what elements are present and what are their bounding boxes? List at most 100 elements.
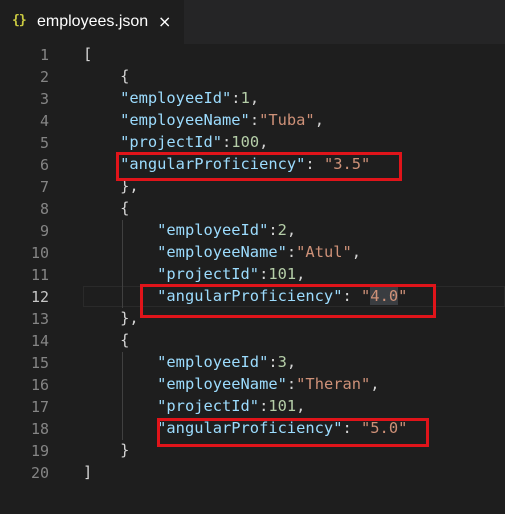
code-token-punc — [83, 133, 120, 151]
code-line[interactable]: 4 "employeeName":"Tuba", — [0, 110, 505, 132]
code-token-key: "employeeName" — [157, 375, 287, 393]
code-token-key: "employeeId" — [157, 221, 269, 239]
line-number: 17 — [30, 398, 49, 416]
tab-bar: {} employees.json × — [0, 0, 505, 44]
line-number: 1 — [39, 46, 49, 64]
code-line[interactable]: 15 "employeeId":3, — [0, 352, 505, 374]
annotation-box-line-6 — [116, 152, 402, 181]
code-token-punc — [83, 89, 120, 107]
code-token-num: 2 — [277, 221, 287, 239]
code-token-key: "projectId" — [157, 265, 260, 283]
code-token-str: "Theran" — [296, 375, 371, 393]
code-token-punc: } — [83, 441, 130, 459]
code-text: }, — [83, 309, 139, 327]
code-token-punc: : — [286, 375, 297, 393]
code-token-punc — [83, 265, 157, 283]
line-number: 19 — [30, 442, 49, 460]
line-number: 5 — [39, 134, 49, 152]
code-line[interactable]: 20] — [0, 462, 505, 484]
line-number: 6 — [39, 156, 49, 174]
code-line[interactable]: 17 "projectId":101, — [0, 396, 505, 418]
line-number: 8 — [39, 200, 49, 218]
code-token-punc: : — [259, 397, 269, 415]
code-text: { — [83, 67, 129, 85]
code-token-punc: , — [259, 133, 269, 151]
annotation-box-line-12 — [140, 284, 436, 318]
code-token-punc: { — [83, 67, 130, 85]
code-text: ] — [83, 463, 92, 481]
code-token-punc: , — [351, 243, 362, 261]
code-editor[interactable]: {} employees.json × 1[2 {3 "employeeId":… — [0, 0, 505, 514]
code-token-punc — [83, 419, 157, 437]
code-line[interactable]: 10 "employeeName":"Atul", — [0, 242, 505, 264]
line-number: 2 — [39, 68, 49, 86]
code-token-punc: , — [296, 265, 306, 283]
code-line[interactable]: 1[ — [0, 44, 505, 66]
code-token-punc: : — [231, 89, 241, 107]
code-token-punc: , — [296, 397, 306, 415]
annotation-box-line-18 — [157, 418, 429, 447]
code-token-punc — [83, 155, 120, 173]
code-token-punc: : — [268, 353, 278, 371]
code-token-key: "projectId" — [120, 133, 223, 151]
code-token-str: "Tuba" — [259, 111, 315, 129]
code-token-key: "employeeName" — [157, 243, 287, 261]
code-token-punc: , — [314, 111, 324, 129]
code-token-num: 100 — [231, 133, 260, 151]
code-token-punc: : — [268, 221, 278, 239]
code-token-punc: : — [286, 243, 297, 261]
tab-employees-json[interactable]: {} employees.json × — [0, 0, 184, 44]
code-line[interactable]: 5 "projectId":100, — [0, 132, 505, 154]
line-number: 11 — [30, 266, 49, 284]
code-line[interactable]: 11 "projectId":101, — [0, 264, 505, 286]
line-number: 18 — [30, 420, 49, 438]
code-line[interactable]: 2 { — [0, 66, 505, 88]
code-text: "projectId":101, — [83, 265, 305, 283]
code-token-punc — [83, 111, 120, 129]
code-text: "employeeName":"Theran", — [83, 375, 380, 393]
code-text: "employeeName":"Atul", — [83, 243, 361, 261]
code-line[interactable]: 3 "employeeId":1, — [0, 88, 505, 110]
code-token-punc: { — [83, 331, 130, 349]
code-token-key: "employeeId" — [120, 89, 232, 107]
line-number: 15 — [30, 354, 49, 372]
line-number: 9 — [39, 222, 49, 240]
line-number: 10 — [30, 244, 49, 262]
code-token-punc: , — [286, 353, 297, 371]
code-token-punc: : — [222, 133, 232, 151]
code-line[interactable]: 14 { — [0, 330, 505, 352]
code-text: } — [83, 441, 129, 459]
code-text: "employeeId":3, — [83, 353, 296, 371]
line-number: 16 — [30, 376, 49, 394]
code-token-punc: , — [370, 375, 380, 393]
line-number: 7 — [39, 178, 49, 196]
code-token-punc: , — [286, 221, 297, 239]
code-token-punc: : — [249, 111, 260, 129]
code-token-punc — [83, 353, 157, 371]
code-token-punc — [83, 221, 157, 239]
code-text: { — [83, 331, 129, 349]
code-token-str: "Atul" — [296, 243, 352, 261]
line-number: 20 — [30, 464, 49, 482]
code-text: "employeeId":1, — [83, 89, 259, 107]
code-line[interactable]: 8 { — [0, 198, 505, 220]
close-icon[interactable]: × — [158, 12, 171, 31]
code-token-key: "projectId" — [157, 397, 260, 415]
code-token-key: "employeeId" — [157, 353, 269, 371]
code-line[interactable]: 9 "employeeId":2, — [0, 220, 505, 242]
code-token-punc — [83, 243, 157, 261]
code-token-num: 1 — [240, 89, 250, 107]
code-token-punc: ] — [83, 463, 93, 481]
code-text: "employeeId":2, — [83, 221, 296, 239]
code-token-punc: }, — [83, 309, 139, 327]
code-token-punc: : — [259, 265, 269, 283]
line-number: 13 — [30, 310, 49, 328]
code-line[interactable]: 16 "employeeName":"Theran", — [0, 374, 505, 396]
code-token-key: "employeeName" — [120, 111, 250, 129]
json-file-icon: {} — [12, 13, 27, 28]
code-token-punc: , — [249, 89, 260, 107]
code-text: "projectId":100, — [83, 133, 268, 151]
code-token-punc: { — [83, 199, 130, 217]
code-token-punc — [83, 397, 157, 415]
code-token-num: 3 — [277, 353, 287, 371]
